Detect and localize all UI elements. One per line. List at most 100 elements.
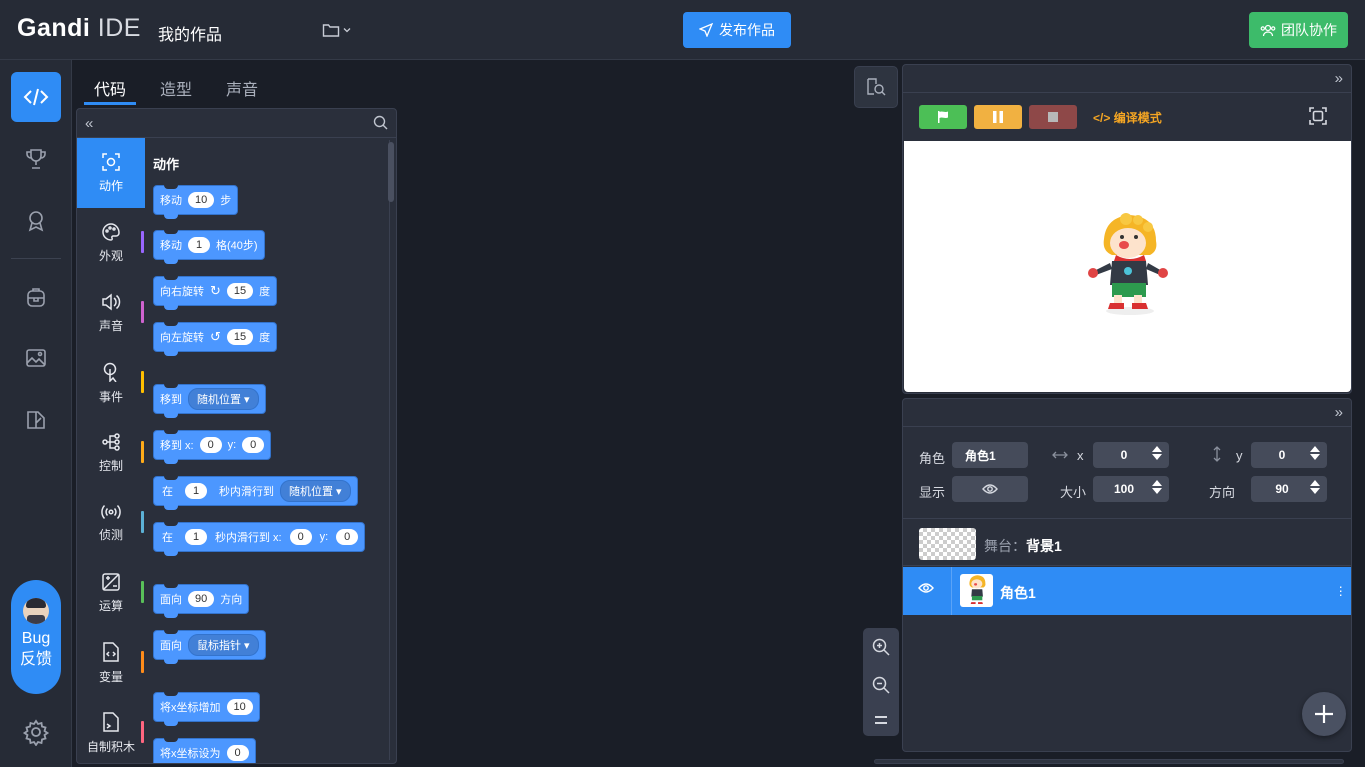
expand-right-icon[interactable]: » [1335, 404, 1343, 421]
y-stepper[interactable] [1310, 446, 1320, 460]
compile-mode-toggle[interactable]: </> 编译模式 [1093, 109, 1162, 126]
top-bar: Gandi IDE 我的作品 发布作品 团队协作 [0, 0, 1365, 60]
add-sprite-button[interactable] [1302, 692, 1346, 736]
zoom-out-icon[interactable] [872, 676, 890, 694]
block-input[interactable]: 0 [226, 745, 249, 761]
row-divider [951, 567, 952, 615]
block-dropdown[interactable]: 随机位置 ▾ [188, 388, 259, 410]
publish-button[interactable]: 发布作品 [683, 12, 791, 48]
more-options-icon[interactable]: · · · [1338, 579, 1343, 601]
x-stepper[interactable] [1152, 446, 1162, 460]
category-control[interactable]: 控制 [77, 418, 145, 488]
y-label: y [1236, 448, 1243, 463]
block-move-steps[interactable]: 移动 10 步 [153, 185, 239, 219]
stage-list-item[interactable]: 舞台：背景1 [903, 520, 1351, 566]
block-input[interactable]: 0 [199, 437, 222, 453]
category-sensing[interactable]: 侦测 [77, 488, 145, 558]
workspace-search-button[interactable] [854, 66, 898, 108]
category-my-blocks[interactable]: 自制积木 [77, 698, 145, 763]
block-input[interactable]: 0 [336, 529, 359, 545]
category-operators[interactable]: 运算 [77, 558, 145, 628]
stage-canvas[interactable] [904, 141, 1351, 392]
rail-backpack-button[interactable] [11, 272, 61, 322]
search-icon[interactable] [373, 115, 388, 135]
category-events[interactable]: 事件 [77, 348, 145, 418]
rotate-right-icon: ↻ [210, 283, 221, 298]
fullscreen-button[interactable] [1309, 107, 1327, 130]
palette-scrollbar[interactable] [388, 142, 394, 202]
team-collab-button[interactable]: 团队协作 [1249, 12, 1348, 48]
block-point-towards[interactable]: 面向 鼠标指针 ▾ [153, 630, 266, 664]
block-move-grid[interactable]: 移动 1 格(40步) [153, 230, 265, 264]
block-turn-right[interactable]: 向右旋转 ↻ 15 度 [153, 276, 278, 310]
block-input[interactable]: 1 [188, 237, 210, 253]
sprite-name: 角色1 [1000, 585, 1036, 601]
visibility-toggle[interactable] [952, 476, 1028, 502]
folder-menu-button[interactable] [322, 18, 356, 42]
category-list: 动作 外观 声音 事件 控制 侦测 运算 变量 自制积木 [77, 138, 145, 763]
block-input[interactable]: 15 [226, 329, 254, 345]
block-goto-xy[interactable]: 移到 x: 0 y: 0 [153, 430, 272, 464]
rail-trophy-button[interactable] [11, 134, 61, 184]
sprite-character[interactable] [1086, 211, 1168, 319]
direction-input[interactable]: 90 [1251, 476, 1327, 502]
eye-icon[interactable] [918, 581, 934, 599]
block-input[interactable]: 10 [226, 699, 253, 715]
pause-button[interactable] [974, 105, 1022, 129]
block-input[interactable]: 0 [289, 529, 312, 545]
pointer-icon [103, 362, 117, 382]
block-turn-left[interactable]: 向左旋转 ↺ 15 度 [153, 322, 278, 356]
rail-assets-button[interactable] [11, 333, 61, 383]
green-flag-button[interactable] [919, 105, 967, 129]
block-glide[interactable]: 在 1 秒内滑行到 随机位置 ▾ [153, 476, 358, 510]
editor-tabs: 代码 造型 声音 [84, 60, 282, 106]
file-code-icon [103, 641, 119, 662]
category-looks[interactable]: 外观 [77, 208, 145, 278]
block-input[interactable]: 90 [188, 591, 215, 607]
block-input[interactable]: 10 [188, 192, 215, 208]
palette-icon [102, 222, 120, 241]
block-input[interactable]: 1 [185, 483, 207, 499]
tab-costumes[interactable]: 造型 [150, 60, 202, 105]
size-stepper[interactable] [1152, 480, 1162, 494]
block-glide-xy[interactable]: 在 1 秒内滑行到 x: 0 y: 0 [153, 522, 366, 556]
expand-right-icon[interactable]: » [1335, 70, 1343, 87]
sprite-list-item[interactable]: 角色1 · · · [903, 567, 1351, 615]
category-motion[interactable]: 动作 [77, 138, 145, 208]
block-input[interactable]: 1 [185, 529, 207, 545]
block-dropdown[interactable]: 鼠标指针 ▾ [188, 634, 259, 656]
tab-code[interactable]: 代码 [84, 60, 137, 105]
block-set-x[interactable]: 将x坐标设为 0 [153, 738, 256, 763]
calculator-icon [102, 572, 120, 591]
rail-extensions-button[interactable] [11, 395, 61, 445]
rail-code-button[interactable] [11, 72, 61, 122]
team-icon [1260, 24, 1276, 37]
collapse-icon[interactable]: « [85, 115, 93, 132]
workspace-scrollbar[interactable] [874, 759, 1344, 764]
app-logo[interactable]: Gandi IDE [17, 14, 141, 43]
category-sound[interactable]: 声音 [77, 278, 145, 348]
block-change-x[interactable]: 将x坐标增加 10 [153, 692, 260, 726]
block-point-direction[interactable]: 面向 90 方向 [153, 584, 250, 618]
stop-button[interactable] [1029, 105, 1077, 129]
show-label: 显示 [919, 485, 946, 500]
size-label: 大小 [1060, 485, 1087, 500]
settings-button[interactable] [22, 718, 50, 747]
direction-stepper[interactable] [1310, 480, 1320, 494]
size-input[interactable]: 100 [1093, 476, 1169, 502]
rail-badge-button[interactable] [11, 196, 61, 246]
project-title[interactable]: 我的作品 [158, 21, 222, 45]
y-input[interactable]: 0 [1251, 442, 1327, 468]
block-goto[interactable]: 移到 随机位置 ▾ [153, 384, 266, 418]
sprite-name-input[interactable]: 角色1 [952, 442, 1028, 468]
zoom-in-icon[interactable] [872, 638, 890, 656]
tab-sounds[interactable]: 声音 [216, 60, 268, 105]
speaker-icon [102, 292, 121, 311]
block-input[interactable]: 15 [226, 283, 254, 299]
category-variables[interactable]: 变量 [77, 628, 145, 698]
zoom-reset-icon[interactable] [873, 714, 889, 726]
x-input[interactable]: 0 [1093, 442, 1169, 468]
block-dropdown[interactable]: 随机位置 ▾ [280, 480, 351, 502]
bug-feedback-button[interactable]: Bug 反馈 [11, 580, 61, 694]
block-input[interactable]: 0 [242, 437, 265, 453]
